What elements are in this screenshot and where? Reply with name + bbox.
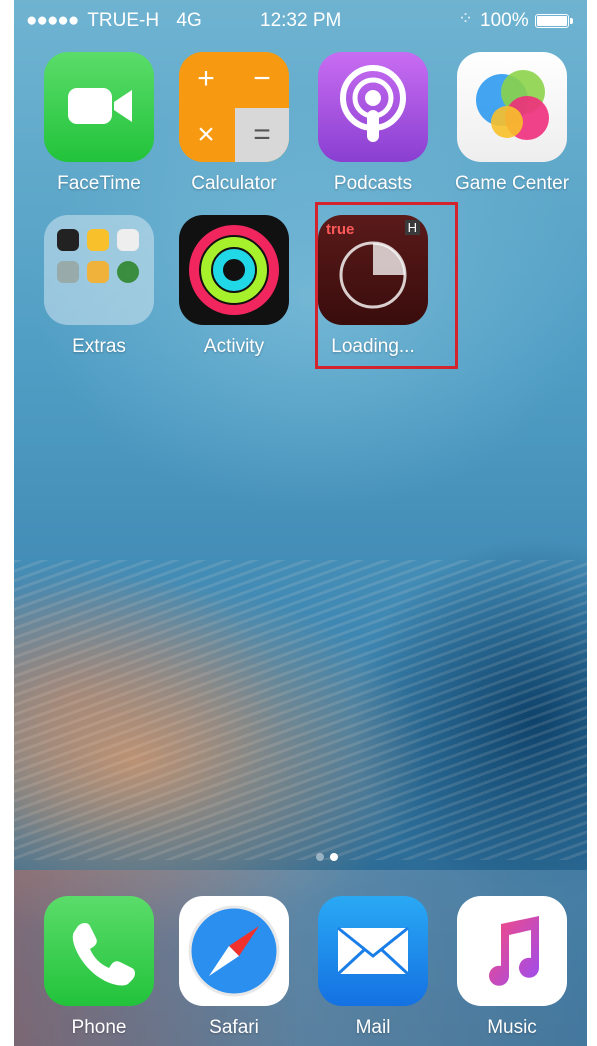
app-label: Safari [209,1017,259,1038]
dock-app-safari[interactable]: Safari [169,896,299,1039]
activity-rings-icon [179,215,289,325]
mini-app-icon [57,261,79,283]
network-activity-icon: ⁘ [458,8,474,28]
status-time: 12:32 PM [260,10,342,31]
wallpaper-ripples [14,560,587,860]
highlight-box [315,202,458,369]
app-calculator[interactable]: + − × = Calculator [169,52,299,195]
battery-percent: 100% [480,10,529,31]
app-label: Calculator [191,173,277,194]
signal-strength-icon: ●●●●● [26,10,79,31]
app-label: FaceTime [57,173,141,194]
app-label: Music [487,1017,537,1038]
equals-symbol: = [235,108,289,162]
dock-app-mail[interactable]: Mail [308,896,438,1039]
mini-app-icon [117,229,139,251]
mini-app-icon [87,229,109,251]
app-label: Activity [203,336,265,357]
safari-compass-icon [179,896,289,1006]
carrier-name: TRUE-H [87,10,160,31]
page-dot-current [330,853,338,861]
app-game-center[interactable]: Game Center [447,52,577,195]
phone-icon [44,896,154,1006]
game-center-icon [457,52,567,162]
app-activity[interactable]: Activity [169,215,299,358]
status-bar: ●●●●● TRUE-H 4G 12:32 PM ⁘ 100% [14,0,587,40]
dock-app-music[interactable]: Music [447,896,577,1039]
music-note-icon [457,896,567,1006]
calculator-icon: + − × = [179,52,289,162]
facetime-icon [44,52,154,162]
plus-symbol: + [179,52,233,106]
multiply-symbol: × [179,108,233,162]
mini-app-icon [57,229,79,251]
folder-icon [44,215,154,325]
app-facetime[interactable]: FaceTime [34,52,164,195]
carrier-info: ●●●●● TRUE-H 4G [26,10,202,32]
app-label: Phone [71,1017,127,1038]
app-label: Extras [72,336,126,357]
network-type: 4G [176,10,202,31]
mini-app-icon [87,261,109,283]
home-screen: ●●●●● TRUE-H 4G 12:32 PM ⁘ 100% FaceTime… [14,0,587,1046]
page-dot [316,853,324,861]
minus-symbol: − [235,52,289,106]
mail-envelope-icon [318,896,428,1006]
page-indicator[interactable] [284,850,364,864]
app-label: Mail [355,1017,391,1038]
app-podcasts[interactable]: Podcasts [308,52,438,195]
battery-icon [535,14,573,28]
mini-app-icon [117,261,139,283]
app-extras-folder[interactable]: Extras [34,215,164,358]
app-label: Game Center [454,173,570,194]
app-label: Podcasts [333,173,413,194]
dock-app-phone[interactable]: Phone [34,896,164,1039]
dock: Phone Safari Mail Music [14,870,587,1046]
podcasts-icon [318,52,428,162]
